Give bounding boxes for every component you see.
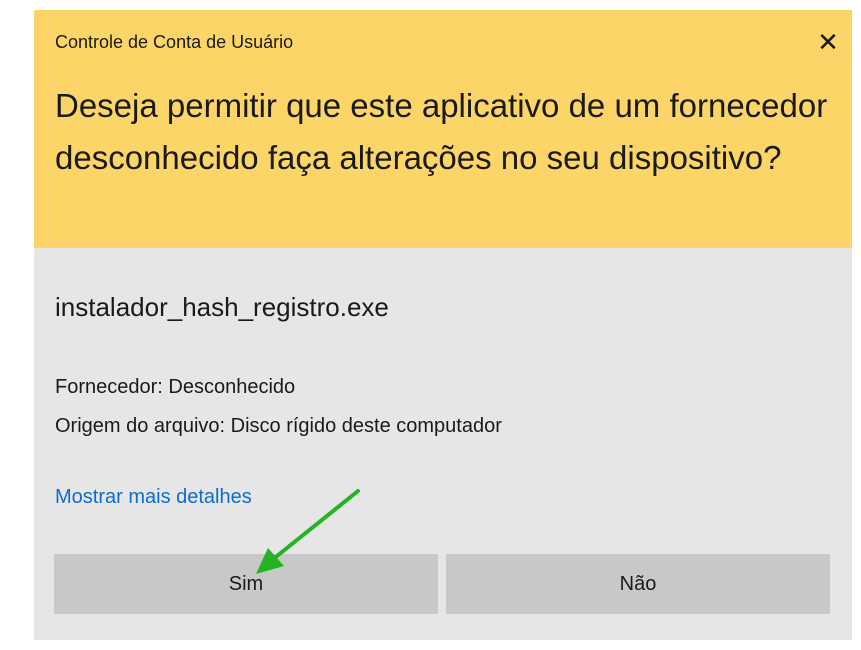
app-filename: instalador_hash_registro.exe	[55, 292, 389, 322]
yes-button[interactable]: Sim	[54, 554, 438, 614]
uac-dialog: Controle de Conta de Usuário ✕ Deseja pe…	[34, 10, 852, 640]
show-more-details-link[interactable]: Mostrar mais detalhes	[55, 486, 252, 509]
close-icon[interactable]: ✕	[808, 22, 848, 62]
dialog-title: Controle de Conta de Usuário	[55, 32, 294, 52]
dialog-question: Deseja permitir que este aplicativo de u…	[55, 87, 828, 176]
dialog-header: Controle de Conta de Usuário ✕ Deseja pe…	[34, 10, 852, 248]
no-button[interactable]: Não	[446, 554, 830, 614]
file-origin-info: Origem do arquivo: Disco rígido deste co…	[55, 415, 502, 437]
vendor-info: Fornecedor: Desconhecido	[55, 376, 296, 398]
